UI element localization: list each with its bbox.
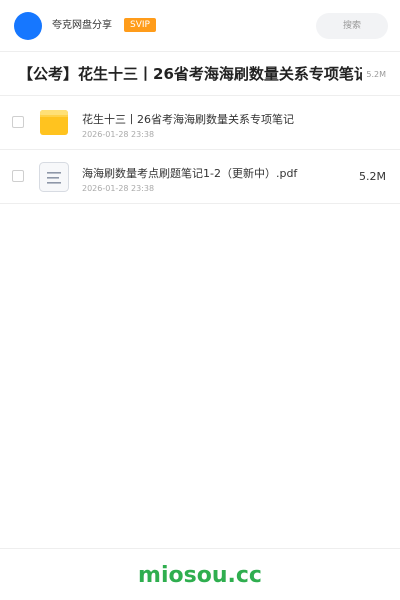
document-icon [38,161,70,193]
app-title: 夸克网盘分享 [52,20,112,31]
folder-title: 【公考】花生十三丨26省考海海刷数量关系专项笔记 [18,65,362,83]
folder-size: 5.2M [366,70,386,79]
footer: miosou.cc [0,548,400,600]
row-checkbox[interactable] [12,116,24,128]
file-date: 2026-01-28 23:38 [82,184,155,193]
folder-icon [38,107,70,139]
footer-brand[interactable]: miosou.cc [138,563,262,589]
file-date: 2026-01-28 23:38 [82,130,155,139]
svip-badge: SVIP [124,18,156,32]
file-size: 5.2M [359,170,386,183]
folder-title-row: 【公考】花生十三丨26省考海海刷数量关系专项笔记 5.2M [0,52,400,96]
row-checkbox[interactable] [12,170,24,182]
header: 夸克网盘分享 SVIP 搜索 [0,0,400,52]
file-name[interactable]: 花生十三丨26省考海海刷数量关系专项笔记 [82,113,294,127]
file-row[interactable]: 海海刷数量考点刷题笔记1-2（更新中）.pdf 2026-01-28 23:38… [0,150,400,204]
search-input[interactable]: 搜索 [316,13,388,39]
file-row[interactable]: 花生十三丨26省考海海刷数量关系专项笔记 2026-01-28 23:38 [0,96,400,150]
avatar[interactable] [14,12,42,40]
file-name[interactable]: 海海刷数量考点刷题笔记1-2（更新中）.pdf [82,167,297,181]
page: 夸克网盘分享 SVIP 搜索 【公考】花生十三丨26省考海海刷数量关系专项笔记 … [0,0,400,600]
